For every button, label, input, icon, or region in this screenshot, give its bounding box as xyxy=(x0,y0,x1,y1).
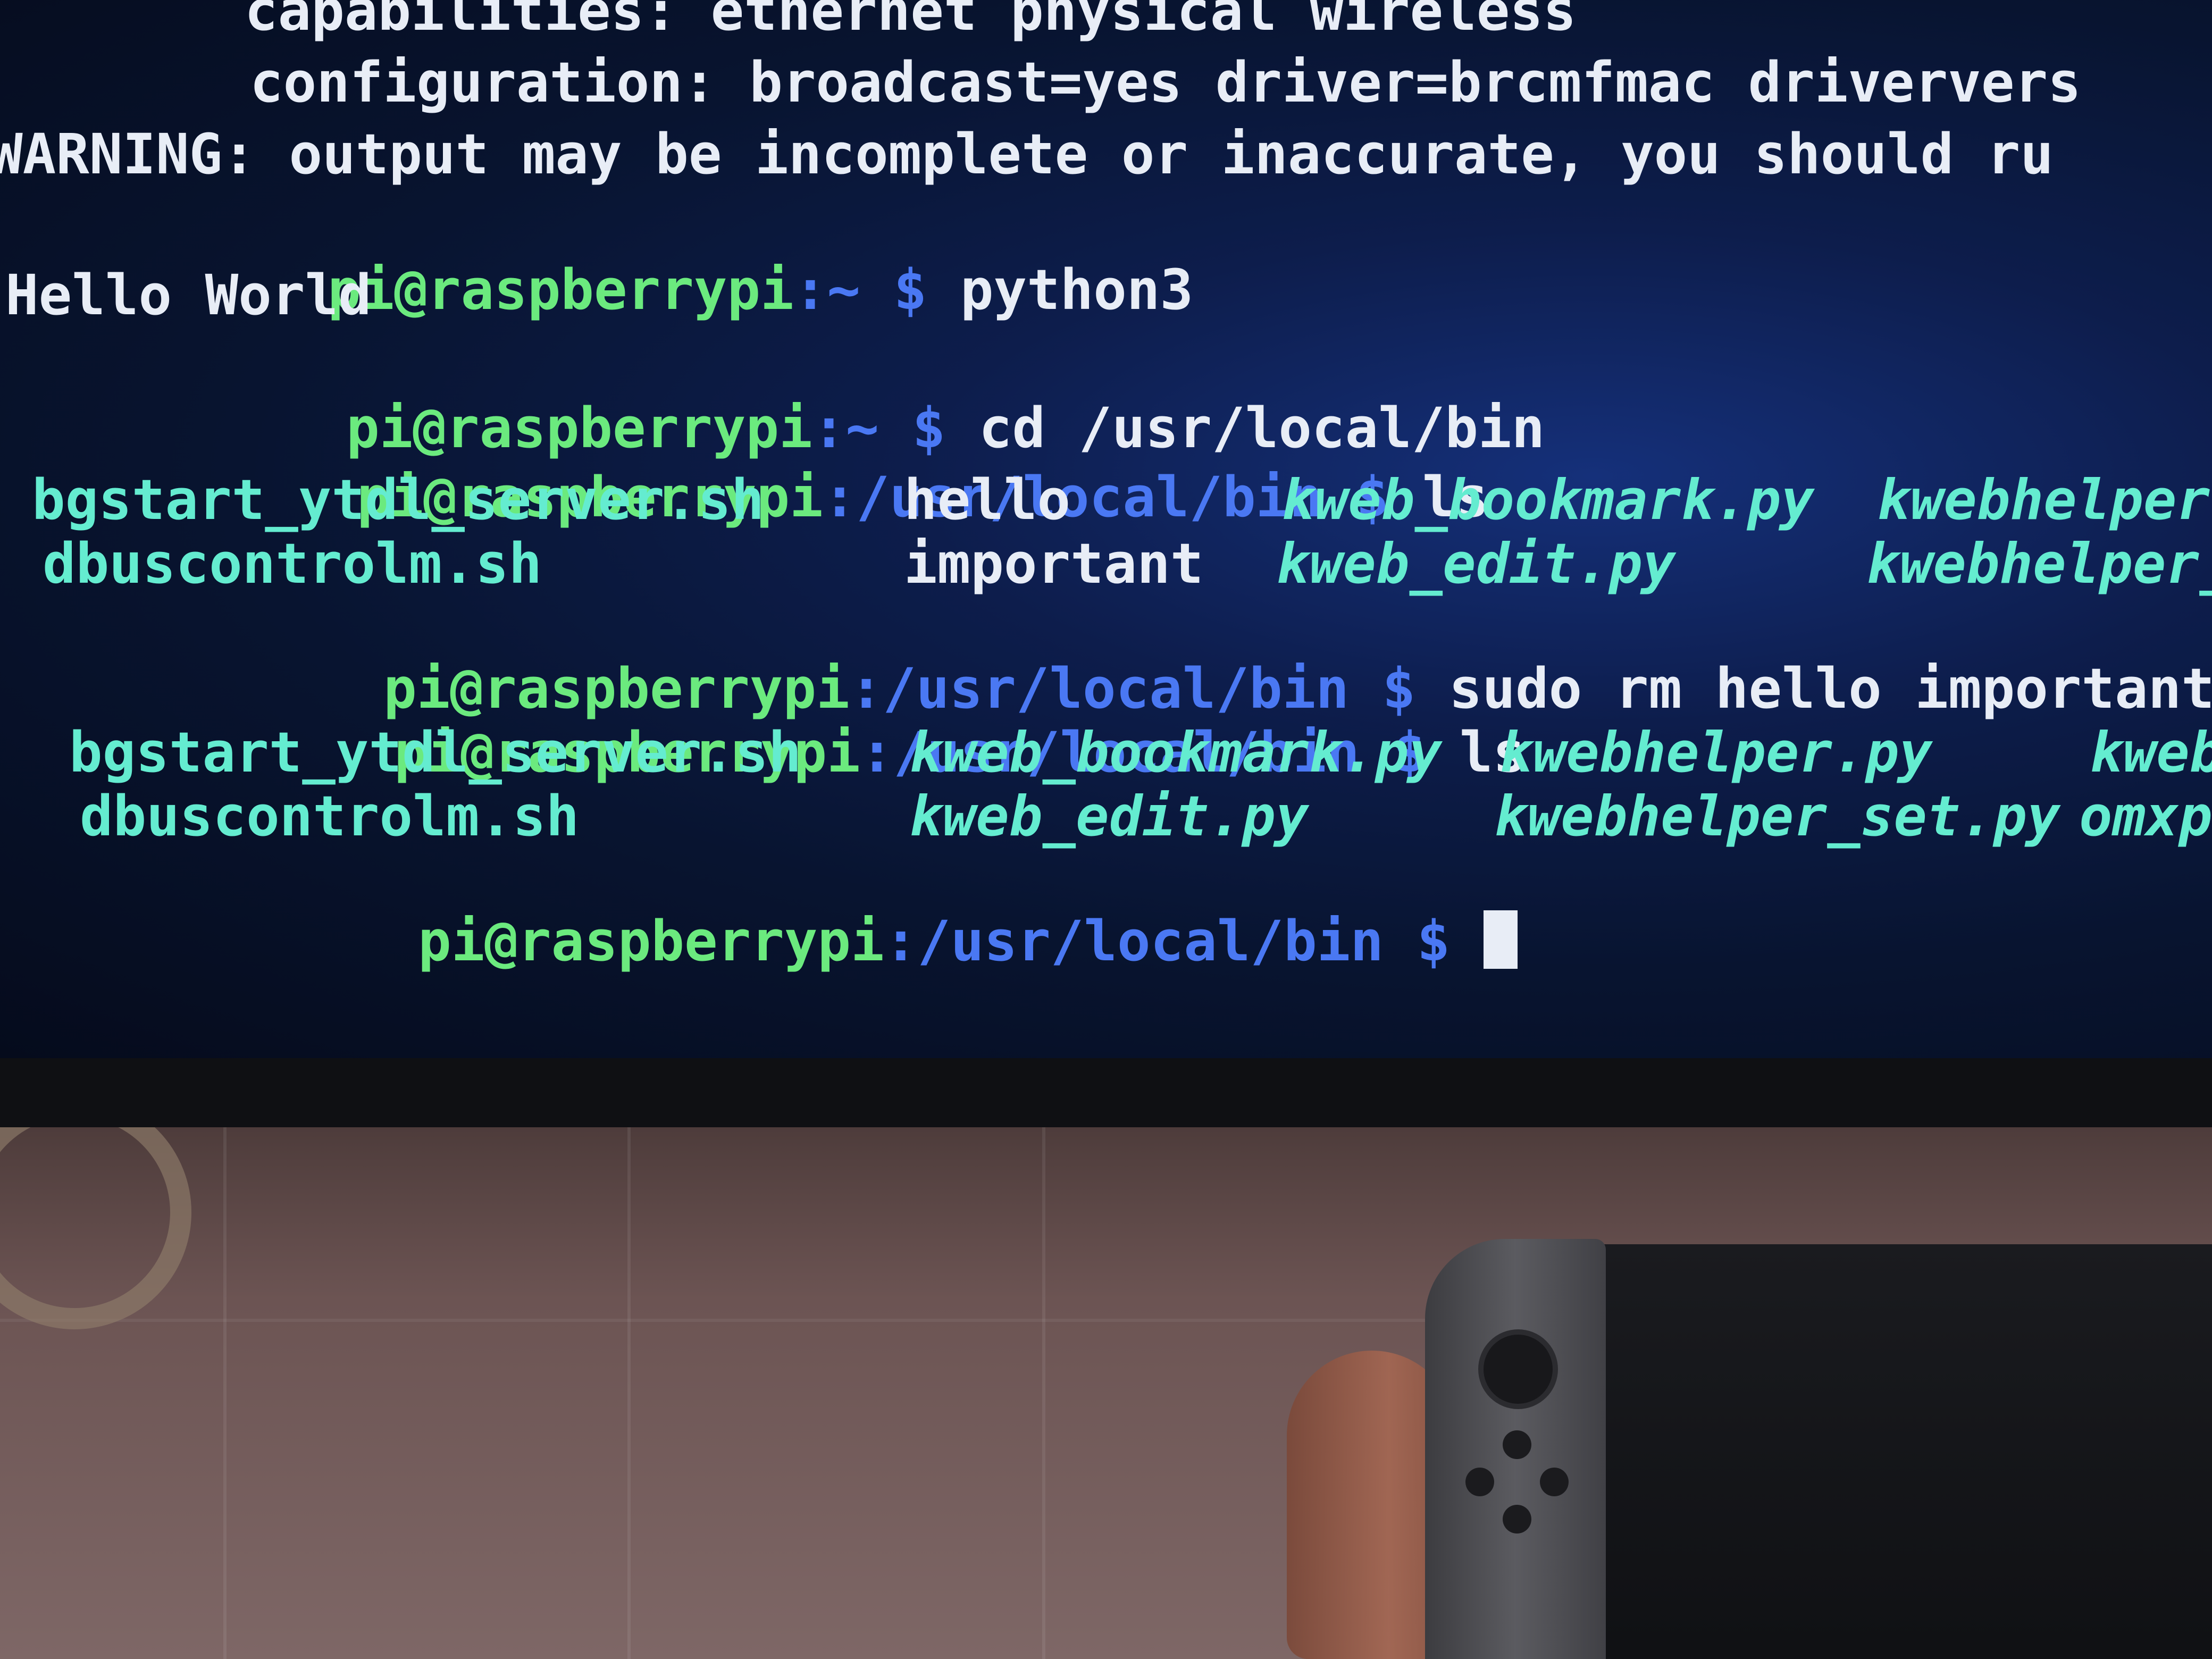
file-entry: important xyxy=(904,531,1204,596)
ls-output-row: bgstart_ytdl_server.sh kweb_bookmark.py … xyxy=(0,720,2212,784)
terminal-prompt-line: pi@raspberrypi:~ $ cd /usr/local/bin xyxy=(13,332,1545,460)
file-entry: bgstart_ytdl_server.sh xyxy=(69,720,802,785)
terminal-output-line: capabilities: ethernet physical wireless xyxy=(245,0,1577,43)
file-entry: kweb_edit.py xyxy=(909,784,1309,849)
prompt-path: :~ xyxy=(793,257,860,322)
file-entry: hello xyxy=(904,467,1071,532)
prompt-symbol: $ xyxy=(893,257,927,322)
terminal-output-line: Hello World xyxy=(5,263,372,328)
monitor-screen: capabilities: ethernet physical wireless… xyxy=(0,0,2212,1058)
file-entry: kweb_edit.py xyxy=(1276,531,1676,596)
prompt-path: :/usr/local/bin xyxy=(884,909,1384,974)
prompt-user: pi@raspberrypi xyxy=(418,909,884,974)
prompt-command: sudo rm hello important python3 xyxy=(1448,656,2212,721)
file-entry: kwebhelper. xyxy=(1877,467,2212,532)
photo-scene: capabilities: ethernet physical wireless… xyxy=(0,0,2212,1659)
terminal-prompt-line: pi@raspberrypi:/usr/local/bin $ sudo rm … xyxy=(51,593,2212,720)
terminal-window[interactable]: capabilities: ethernet physical wireless… xyxy=(0,0,2212,1058)
prompt-command: python3 xyxy=(960,257,1194,322)
prompt-symbol: $ xyxy=(1417,909,1451,974)
file-entry: kweb_bookmark.py xyxy=(909,720,1442,785)
terminal-output-line: configuration: broadcast=yes driver=brcm… xyxy=(250,50,2081,115)
terminal-prompt-line: pi@raspberrypi:~ $ python3 xyxy=(0,194,1193,322)
file-entry: kwebhelper.py xyxy=(1499,720,1932,785)
file-entry: omxp xyxy=(2079,784,2212,849)
tile-grout xyxy=(1042,1127,1045,1659)
file-entry: kweb xyxy=(2090,720,2212,785)
file-entry: kweb_bookmark.py xyxy=(1281,467,1814,532)
ls-output-row: bgstart_ytdl_server.sh hello kweb_bookma… xyxy=(0,468,2212,532)
file-entry: bgstart_ytdl_server.sh xyxy=(32,467,765,532)
dpad-right-button xyxy=(1540,1468,1569,1496)
file-entry: dbuscontrolm.sh xyxy=(80,784,580,849)
tile-grout xyxy=(223,1127,227,1659)
game-console-screen xyxy=(1574,1244,2212,1659)
dpad-down-button xyxy=(1503,1505,1531,1534)
prompt-user: pi@raspberrypi xyxy=(328,257,794,322)
monitor-bezel: capabilities: ethernet physical wireless… xyxy=(0,0,2212,1127)
terminal-prompt-line: pi@raspberrypi:/usr/local/bin $ ls xyxy=(24,401,1489,529)
dpad-left-button xyxy=(1465,1468,1494,1496)
file-entry: kwebhelper_ xyxy=(1866,531,2212,596)
file-entry: kwebhelper_set.py xyxy=(1494,784,2060,849)
terminal-warning-line: WARNING: output may be incomplete or ina… xyxy=(0,122,2054,187)
dpad-up-button xyxy=(1503,1430,1531,1459)
file-entry: dbuscontrolm.sh xyxy=(43,531,542,596)
terminal-active-prompt[interactable]: pi@raspberrypi:/usr/local/bin $ xyxy=(85,845,1518,973)
ls-output-row: dbuscontrolm.sh important kweb_edit.py k… xyxy=(0,532,2212,596)
ls-output-row: dbuscontrolm.sh kweb_edit.py kwebhelper_… xyxy=(0,784,2212,848)
joystick-icon xyxy=(1478,1329,1558,1409)
text-cursor xyxy=(1483,910,1518,969)
tile-grout xyxy=(627,1127,631,1659)
terminal-prompt-line: pi@raspberrypi:/usr/local/bin $ ls xyxy=(61,657,1526,784)
